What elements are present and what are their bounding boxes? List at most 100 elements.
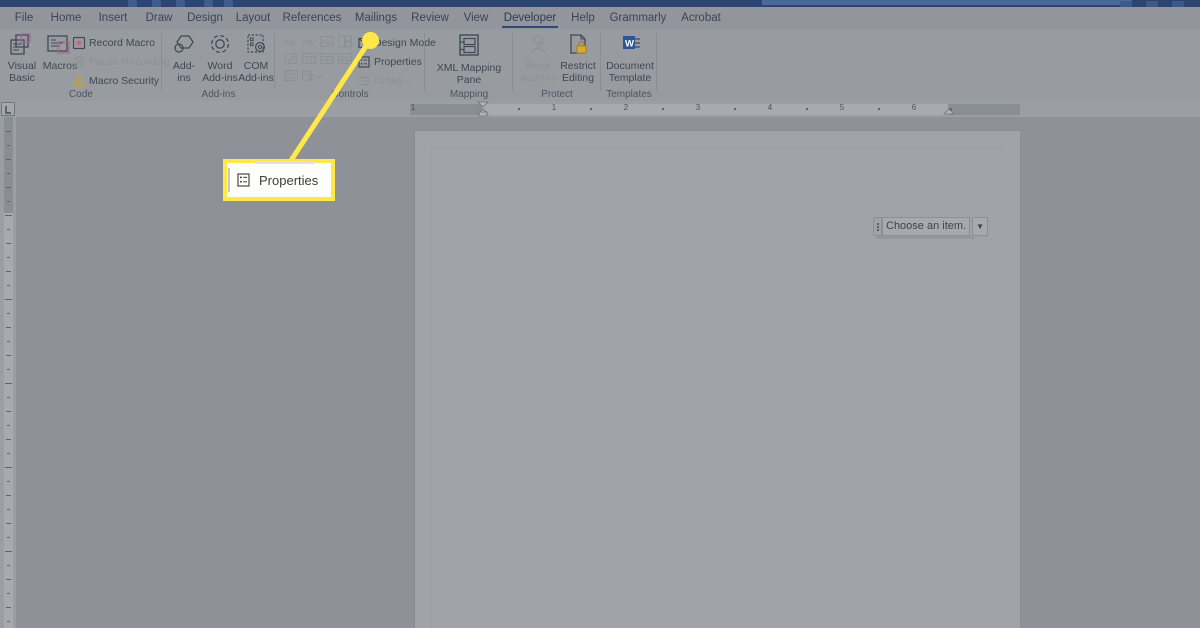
indent-markers[interactable] [0, 101, 1200, 117]
pause-recording-button: Pause Recording [72, 54, 170, 69]
tab-grammarly[interactable]: Grammarly [605, 7, 671, 29]
callout-target-dot [362, 32, 379, 49]
vruler-tick [7, 173, 10, 174]
dropdown-list-content-control-icon [319, 51, 335, 66]
vruler-tick [6, 159, 11, 160]
visual-basic-button[interactable]: Visual Basic [2, 33, 42, 84]
vruler-tick [7, 425, 10, 426]
vruler-tick [7, 369, 10, 370]
vruler-tick [7, 257, 10, 258]
com-addins-label-line2: Add-ins [238, 71, 274, 84]
tab-layout[interactable]: Layout [231, 7, 275, 29]
vruler-tick [7, 565, 10, 566]
vruler-tick [7, 593, 10, 594]
com-addins-button[interactable]: COM Add-ins [236, 33, 276, 84]
qat-icon-undo[interactable] [152, 0, 161, 7]
tab-insert[interactable]: Insert [92, 7, 134, 29]
tab-mailings[interactable]: Mailings [349, 7, 403, 29]
visual-basic-icon [10, 33, 31, 55]
vruler-tick [6, 607, 11, 608]
horizontal-ruler[interactable]: 1 1 2 3 4 5 6 [0, 101, 1200, 117]
qat-icon-save[interactable] [128, 0, 137, 7]
group-label-templates: Templates [606, 89, 652, 100]
block-authors-label-line2: Authors [519, 71, 557, 84]
ribbon: Visual Basic Macros Record Macro Pause R… [0, 29, 1200, 101]
document-template-label-line1: Document [606, 60, 654, 72]
callout-highlight: Properties [223, 159, 335, 201]
vertical-ruler[interactable] [0, 117, 16, 628]
checkbox-content-control-icon [283, 51, 299, 66]
properties-icon [357, 55, 371, 69]
callout-content: Properties [227, 163, 331, 197]
vruler-tick [6, 523, 11, 524]
record-macro-label: Record Macro [89, 36, 155, 49]
legacy-tools-icon[interactable] [301, 68, 325, 83]
qat-icon-more[interactable] [224, 0, 233, 7]
svg-text:Aa: Aa [302, 37, 313, 47]
content-control-shadow [876, 236, 974, 239]
tab-home[interactable]: Home [45, 7, 87, 29]
group-separator [656, 33, 657, 91]
addins-icon [174, 35, 194, 53]
restrict-editing-button[interactable]: Restrict Editing [557, 33, 599, 84]
ribbon-group-mapping: XML Mapping Pane Mapping [425, 29, 513, 101]
tab-acrobat[interactable]: Acrobat [675, 7, 727, 29]
properties-button[interactable]: Properties [357, 54, 422, 69]
chevron-down-icon: ▼ [976, 221, 985, 231]
tab-help[interactable]: Help [565, 7, 601, 29]
restrict-editing-icon [570, 34, 587, 54]
visual-basic-label-line2: Basic [9, 71, 35, 84]
tab-view[interactable]: View [457, 7, 495, 29]
vruler-tick [7, 481, 10, 482]
xml-mapping-pane-button[interactable]: XML Mapping Pane [435, 33, 503, 86]
addins-label-line1: Add- [172, 60, 196, 72]
vruler-tick [7, 341, 10, 342]
tab-draw[interactable]: Draw [139, 7, 179, 29]
qat-icon-touch[interactable] [204, 0, 213, 7]
xml-mapping-pane-icon [459, 34, 479, 56]
vruler-tick [7, 201, 10, 202]
document-template-icon: W [623, 36, 640, 50]
vruler-tick [6, 439, 11, 440]
vruler-tick [7, 621, 10, 622]
svg-text:Aa: Aa [284, 37, 295, 47]
rich-text-content-control-icon: Aa [283, 34, 299, 49]
restrict-editing-label-line1: Restrict [560, 60, 596, 72]
content-control-dropdown-button[interactable]: ▼ [972, 217, 989, 236]
chevron-down-icon: ▾ [406, 77, 410, 85]
callout-label: Properties [259, 172, 319, 188]
group-label-controls: Controls [331, 89, 369, 100]
combo-box-content-control-icon [301, 51, 317, 66]
tab-stop-selector[interactable] [1, 102, 15, 116]
document-template-button[interactable]: W Document Template [604, 33, 656, 84]
record-macro-button[interactable]: Record Macro [72, 35, 155, 50]
vruler-tick [5, 299, 12, 300]
title-bar [0, 0, 1200, 7]
addins-button[interactable]: Add- ins [166, 33, 202, 84]
plain-text-content-control-icon: Aa [301, 34, 317, 49]
document-page[interactable]: Choose an item. ▼ [415, 131, 1020, 628]
addins-label-line2: ins [177, 71, 191, 84]
content-control-handle[interactable] [873, 217, 882, 236]
tab-design[interactable]: Design [183, 7, 227, 29]
properties-label: Properties [374, 55, 422, 68]
tab-references[interactable]: References [279, 7, 345, 29]
tab-review[interactable]: Review [407, 7, 453, 29]
tab-file[interactable]: File [8, 7, 40, 29]
document-canvas[interactable]: Choose an item. ▼ [16, 117, 1200, 628]
dropdown-content-control[interactable]: Choose an item. ▼ [873, 217, 989, 236]
date-picker-content-control-icon [337, 51, 353, 66]
word-window: File Home Insert Draw Design Layout Refe… [0, 0, 1200, 628]
content-control-text[interactable]: Choose an item. [882, 217, 971, 236]
vruler-tick [6, 495, 11, 496]
repeating-section-content-control-icon [283, 68, 299, 83]
group-button[interactable]: Group ▾ [357, 73, 410, 88]
vruler-tick [7, 537, 10, 538]
content-control-gallery: Aa Aa [283, 34, 354, 84]
block-authors-label-line1: Block [525, 60, 551, 72]
tab-developer[interactable]: Developer [499, 7, 561, 29]
qat-icon-redo[interactable] [176, 0, 185, 7]
vruler-tick [6, 131, 11, 132]
macro-security-button[interactable]: Macro Security [72, 73, 159, 88]
vruler-tick [7, 313, 10, 314]
